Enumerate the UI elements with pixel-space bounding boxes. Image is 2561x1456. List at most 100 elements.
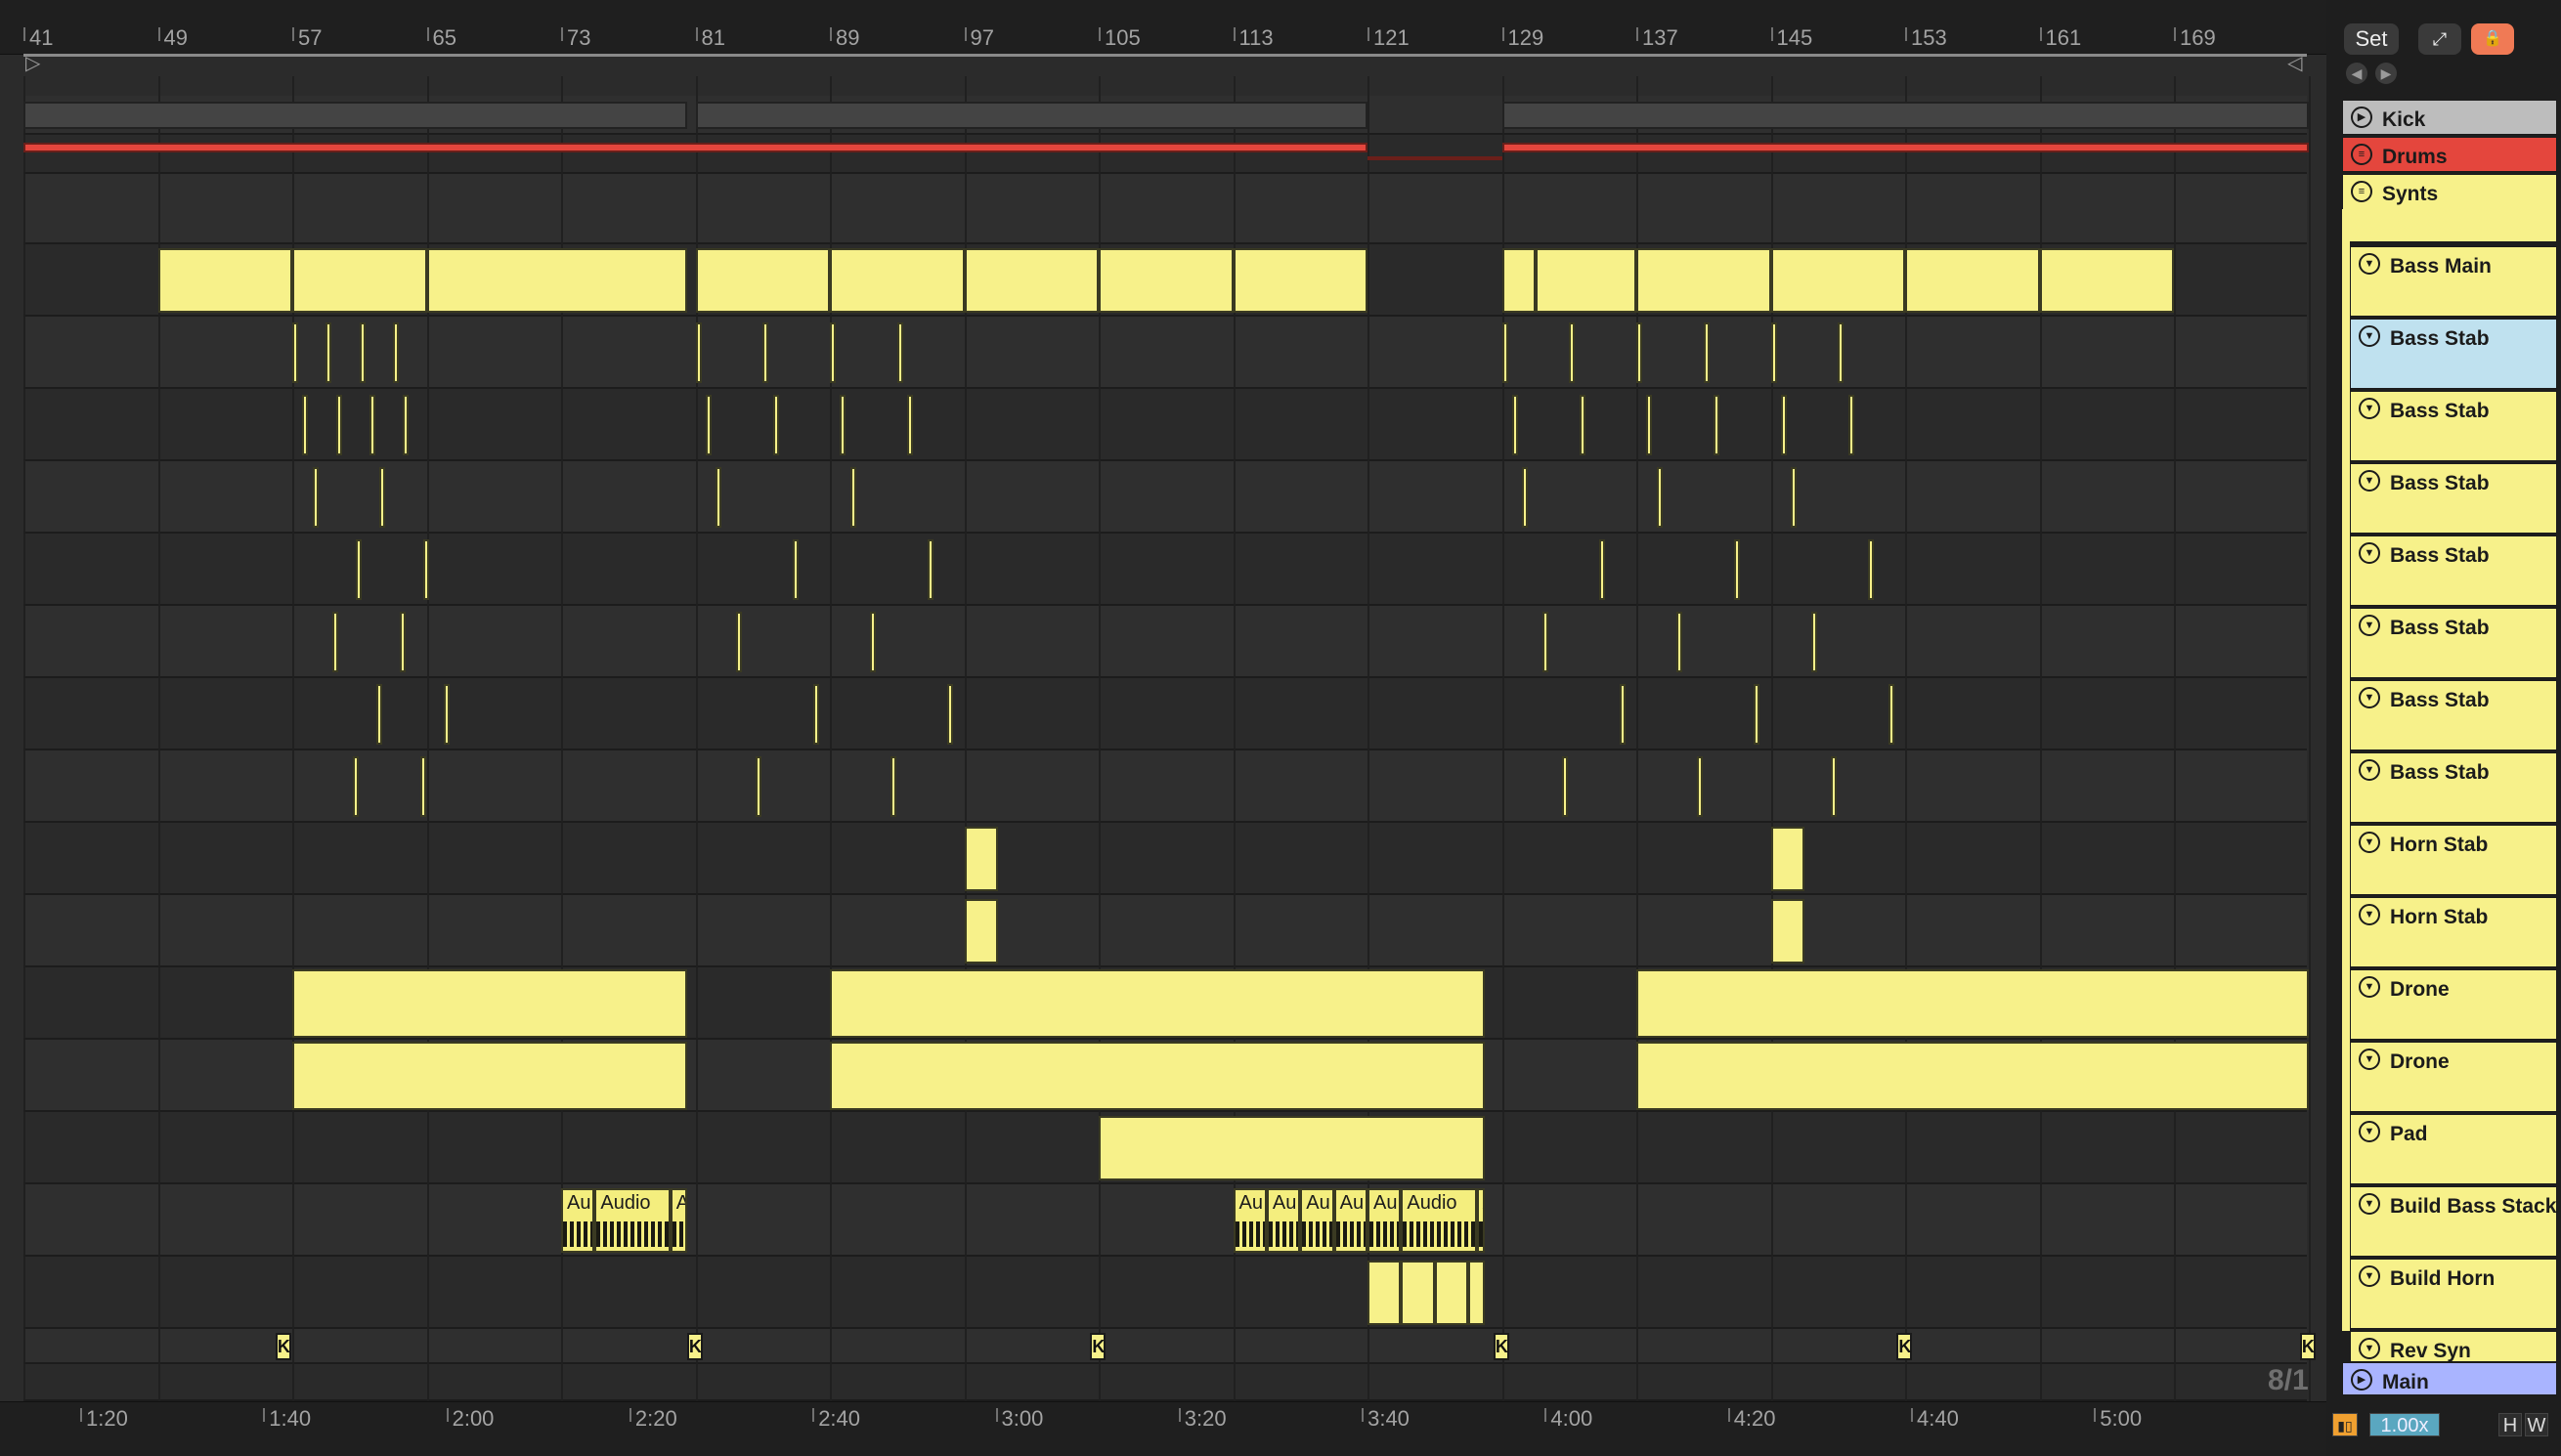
h-button[interactable]: H [2498,1413,2522,1436]
note-clip[interactable] [292,322,299,383]
note-clip[interactable] [375,684,382,745]
midi-clip[interactable] [1401,1261,1435,1325]
track-lane[interactable] [23,895,2307,967]
note-clip[interactable] [1714,395,1720,455]
track-lane[interactable] [23,1364,2307,1401]
track-header[interactable]: ▼ Build Bass Stack [2350,1186,2557,1257]
audio-clip[interactable]: Au [1367,1188,1402,1253]
midi-clip[interactable] [1770,899,1804,964]
midi-clip[interactable] [292,1042,687,1110]
track-header[interactable]: ▼ Bass Stab [2350,535,2557,606]
track-lane[interactable] [23,823,2307,895]
note-clip[interactable] [1888,684,1894,745]
fold-icon[interactable]: ▼ [2359,976,2380,998]
fold-icon[interactable]: ▼ [2359,470,2380,492]
note-clip[interactable] [302,395,309,455]
track-lanes[interactable]: Au Audio A Au Au Au Au Au Audio A K K K K K K [23,76,2316,1401]
fold-icon[interactable]: ▼ [2359,542,2380,564]
loop-end-icon[interactable]: ◁ [2287,51,2302,75]
note-clip[interactable] [1646,395,1653,455]
fold-icon[interactable]: ▼ [2359,1193,2380,1215]
midi-clip[interactable] [964,827,998,891]
midi-clip[interactable] [830,248,965,313]
drum-clip[interactable] [23,143,1367,152]
track-lane[interactable] [23,1184,2307,1257]
track-header[interactable]: ▶ Kick [2342,100,2557,135]
expand-icon[interactable]: ⤢ [2418,23,2461,55]
note-clip[interactable] [369,395,376,455]
note-clip[interactable] [705,395,712,455]
track-lane[interactable] [23,1257,2307,1329]
audio-clip[interactable]: Audio [594,1188,671,1253]
midi-clip[interactable] [964,248,1099,313]
drum-clip[interactable] [1367,156,1502,160]
loop-start-icon[interactable]: ▷ [25,51,40,75]
track-lane[interactable] [23,534,2307,606]
note-clip[interactable] [1780,395,1787,455]
track-header[interactable]: ▼ Horn Stab [2350,825,2557,895]
track-lane[interactable] [23,1329,2307,1364]
note-clip[interactable] [1636,322,1643,383]
note-clip[interactable] [1831,756,1838,817]
midi-clip[interactable] [2039,248,2174,313]
midi-clip[interactable] [695,248,830,313]
note-clip[interactable] [1696,756,1703,817]
note-clip[interactable] [352,756,359,817]
note-clip[interactable] [695,322,702,383]
note-clip[interactable] [840,395,846,455]
rev-marker[interactable]: K [2299,1333,2316,1360]
track-header[interactable]: ▼ Bass Stab [2350,752,2557,823]
note-clip[interactable] [1656,467,1663,528]
note-clip[interactable] [1676,612,1683,672]
midi-clip[interactable] [1501,248,1536,313]
track-header[interactable]: ▼ Drone [2350,969,2557,1040]
midi-clip[interactable] [964,899,998,964]
midi-clip[interactable] [1367,1261,1402,1325]
note-clip[interactable] [1562,756,1569,817]
note-clip[interactable] [1847,395,1854,455]
audio-clip[interactable]: A [670,1188,687,1253]
note-clip[interactable] [735,612,742,672]
fold-icon[interactable]: ▼ [2359,1338,2380,1359]
fold-icon[interactable]: ▼ [2359,253,2380,275]
midi-clip[interactable] [1099,248,1234,313]
group-icon[interactable]: ≡ [2351,144,2372,165]
track-header[interactable]: ▼ Pad [2350,1114,2557,1184]
track-header[interactable]: ▼ Build Horn [2350,1259,2557,1329]
track-header[interactable]: ▶ Main [2342,1362,2557,1395]
midi-clip[interactable] [695,102,1367,129]
track-lane[interactable] [23,389,2307,461]
track-lane[interactable] [23,750,2307,823]
fold-icon[interactable]: ▼ [2359,325,2380,347]
track-lane[interactable] [23,174,2307,244]
note-clip[interactable] [1522,467,1529,528]
fold-icon[interactable]: ▼ [2359,615,2380,636]
drum-clip[interactable] [1501,143,2309,152]
midi-clip[interactable] [830,1042,1486,1110]
fold-icon[interactable]: ▼ [2359,1265,2380,1287]
note-clip[interactable] [716,467,722,528]
note-clip[interactable] [419,756,426,817]
note-clip[interactable] [890,756,896,817]
note-clip[interactable] [312,467,319,528]
note-clip[interactable] [1619,684,1626,745]
rev-marker[interactable]: K [1493,1333,1509,1360]
audio-clip[interactable]: Au [1266,1188,1301,1253]
fold-icon[interactable]: ▼ [2359,904,2380,925]
midi-clip[interactable] [830,969,1486,1038]
bar-ruler[interactable]: 41 49 57 65 73 81 89 97 105 113 121 129 137 145 153 161… [0,0,2326,55]
note-clip[interactable] [1541,612,1548,672]
midi-clip[interactable] [1501,102,2309,129]
midi-clip[interactable] [157,248,292,313]
midi-clip[interactable] [1636,1042,2309,1110]
rev-marker[interactable]: K [1896,1333,1913,1360]
track-header[interactable]: ▼ Bass Stab [2350,319,2557,389]
track-header[interactable]: ▼ Bass Stab [2350,608,2557,678]
note-clip[interactable] [849,467,856,528]
track-header[interactable]: ▼ Drone [2350,1042,2557,1112]
note-clip[interactable] [870,612,877,672]
note-clip[interactable] [356,539,363,600]
note-clip[interactable] [1599,539,1606,600]
time-ruler[interactable]: 1:20 1:40 2:00 2:20 2:40 3:00 3:20 3:40 4:00 4:20… [0,1401,2326,1456]
nav-forward-icon[interactable]: ▶ [2375,63,2397,84]
